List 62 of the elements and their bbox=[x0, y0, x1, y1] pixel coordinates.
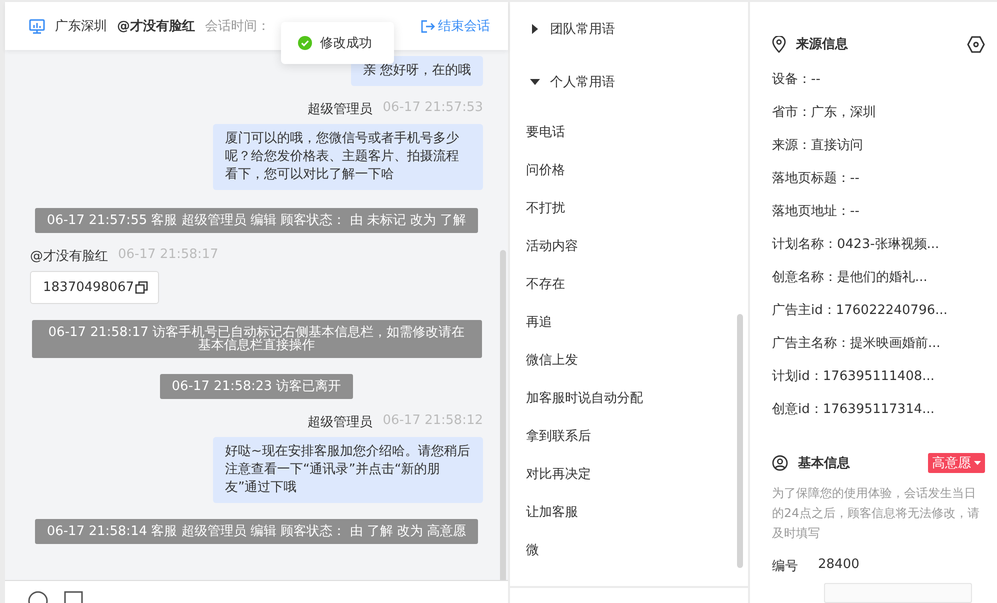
phrase-group-header[interactable]: 个人常用语 bbox=[510, 55, 748, 108]
caret-icon bbox=[974, 460, 981, 465]
copy-icon[interactable] bbox=[134, 281, 148, 294]
message-time: 06-17 21:58:17 bbox=[118, 247, 218, 264]
phrase-item[interactable]: 问价格 bbox=[526, 152, 748, 190]
check-icon bbox=[298, 36, 312, 50]
info-row-text: 设备：-- bbox=[772, 70, 822, 89]
exit-icon bbox=[420, 18, 435, 34]
phrase-item[interactable]: 不打扰 bbox=[526, 190, 748, 228]
message-bubble: 好哒~现在安排客服加您介绍哈。请您稍后注意查看一下“通讯录”并点击“新的朋友”通过下哦 bbox=[213, 437, 483, 503]
phrase-item[interactable]: 不存在 bbox=[526, 266, 748, 304]
toast-message: 修改成功 bbox=[320, 35, 372, 52]
field-label: 编号 bbox=[772, 558, 798, 576]
image-icon bbox=[64, 589, 84, 603]
visitor-location: 广东深圳 bbox=[55, 18, 107, 35]
phrase-group-header[interactable]: 团队常用语 bbox=[510, 2, 748, 55]
phrase-item[interactable]: 活动内容 bbox=[526, 228, 748, 266]
phrase-item[interactable]: 拿到联系后 bbox=[526, 418, 748, 456]
info-row-text: 计划名称：0423-张琳视频... bbox=[772, 236, 940, 254]
phone-number: 18370498067 bbox=[43, 280, 134, 295]
system-notice: 06-17 21:58:14 客服 超级管理员 编辑 顾客状态： 由 了解 改为 高意愿 bbox=[34, 519, 478, 544]
info-row-text: 来源：直接访问 bbox=[772, 136, 864, 155]
phrase-item[interactable]: 再追 bbox=[526, 304, 748, 342]
phrase-item[interactable]: 让加客服 bbox=[526, 494, 748, 532]
section-title: 来源信息 bbox=[796, 36, 848, 54]
info-row-text: 落地页地址：-- bbox=[772, 202, 860, 221]
caret-icon bbox=[530, 76, 540, 86]
phrase-item[interactable]: 要电话 bbox=[526, 114, 748, 152]
system-notice: 06-17 21:57:55 客服 超级管理员 编辑 顾客状态： 由 未标记 改为 了解 bbox=[34, 208, 478, 233]
info-row-text: 创意名称：是他们的婚礼... bbox=[772, 268, 928, 287]
phrase-item[interactable]: 加客服时说自动分配 bbox=[526, 380, 748, 418]
info-row-text: 落地页标题：-- bbox=[772, 170, 860, 188]
info-row-text: 省市：广东，深圳 bbox=[772, 104, 877, 122]
info-row-text: 计划id：176395111408... bbox=[772, 368, 936, 386]
session-time-label: 会话时间： bbox=[205, 18, 270, 35]
user-icon bbox=[772, 454, 788, 471]
intent-tag[interactable]: 高意愿 bbox=[928, 452, 985, 473]
message-time: 06-17 21:58:12 bbox=[382, 413, 483, 430]
info-row-text: 广告主名称：提米映画婚前... bbox=[772, 334, 942, 353]
monitor-icon bbox=[29, 18, 45, 34]
notice-text: 为了保障您的使用体验，会话发生当日的24点之后，顾客信息将无法修改，请及时填写 bbox=[772, 485, 980, 542]
visitor-name: @才没有脸红 bbox=[117, 18, 195, 35]
message-bubble: 厦门可以的哦，您微信号或者手机号多少呢？给您发价格表、主题客片、拍摄流程看下，您可以对比了解一下哈 bbox=[213, 124, 483, 190]
input-field[interactable] bbox=[824, 583, 972, 603]
emoji-icon bbox=[28, 589, 48, 603]
info-row-text: 广告主id：176022240796... bbox=[772, 302, 949, 320]
message-bubble: 亲 您好呀，在的哦 bbox=[350, 56, 483, 86]
phrase-item[interactable]: 对比再决定 bbox=[526, 456, 748, 494]
settings-icon[interactable] bbox=[967, 36, 985, 53]
sender-name: 超级管理员 bbox=[308, 101, 373, 118]
info-row-text: 创意id：176395117314... bbox=[772, 400, 936, 419]
location-pin-icon bbox=[772, 36, 786, 53]
sender-name: 超级管理员 bbox=[308, 414, 373, 431]
section-title: 基本信息 bbox=[798, 454, 850, 472]
phrase-item[interactable]: 微 bbox=[526, 532, 748, 570]
caret-icon bbox=[530, 24, 540, 34]
field-value: 28400 bbox=[818, 557, 860, 574]
system-notice: 06-17 21:58:23 访客已离开 bbox=[160, 374, 354, 399]
phrase-item[interactable]: 微信上发 bbox=[526, 342, 748, 380]
system-notice: 06-17 21:58:17 访客手机号已自动标记右侧基本信息栏，如需修改请在基本信息栏直接操作 bbox=[32, 320, 482, 358]
message-time: 06-17 21:57:53 bbox=[382, 100, 483, 117]
sender-name: @才没有脸红 bbox=[30, 248, 108, 265]
